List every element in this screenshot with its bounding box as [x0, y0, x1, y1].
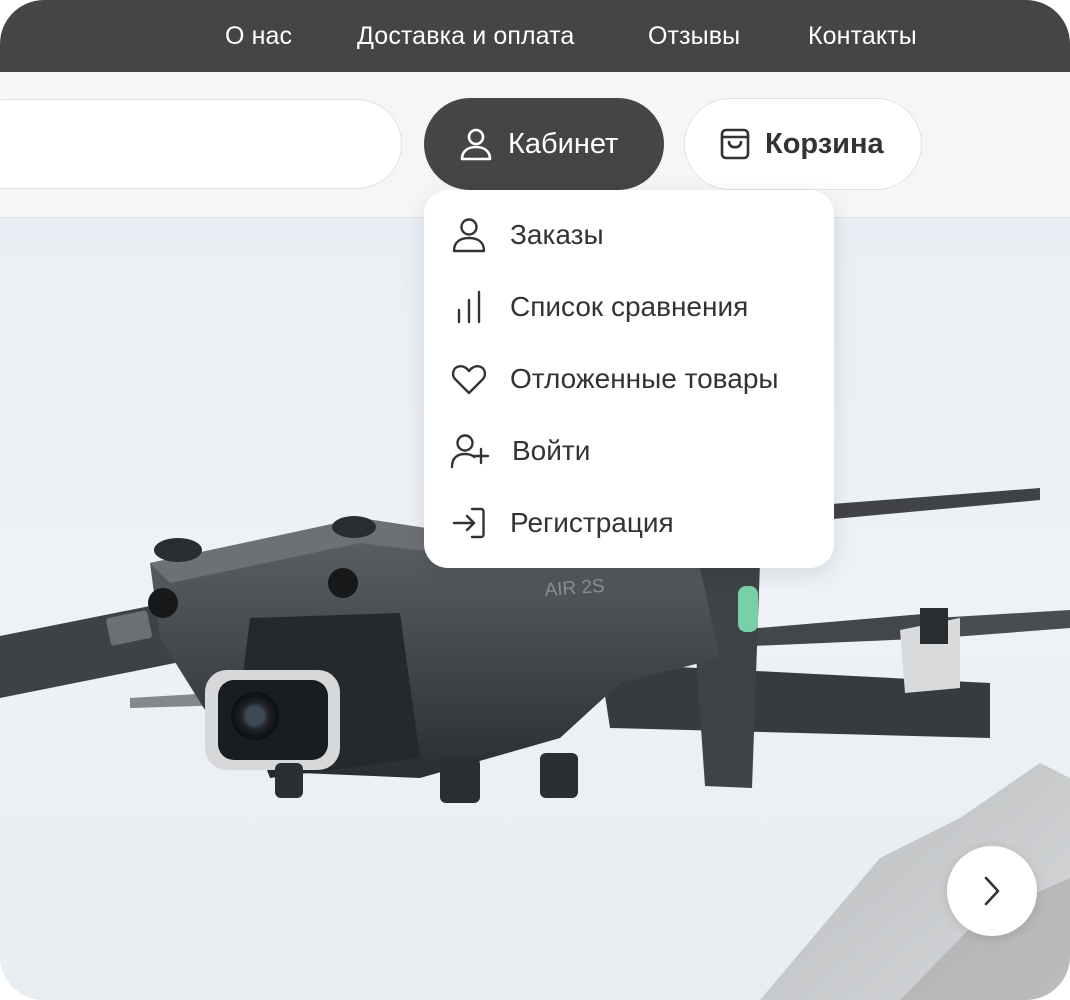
menu-item-register[interactable]: Регистрация — [450, 498, 674, 548]
menu-item-label: Заказы — [510, 219, 604, 250]
cabinet-button[interactable]: Кабинет — [424, 98, 664, 190]
user-icon — [460, 128, 492, 161]
shopping-bag-icon — [720, 128, 750, 160]
nav-link-reviews[interactable]: Отзывы — [648, 22, 740, 51]
heart-icon — [451, 365, 487, 395]
sign-in-arrow-icon — [452, 507, 485, 539]
top-nav: О нас Доставка и оплата Отзывы Контакты — [0, 0, 1070, 72]
user-plus-icon — [450, 434, 490, 469]
menu-item-compare[interactable]: Список сравнения — [450, 282, 748, 332]
drone-model-label: AIR 2S — [544, 576, 606, 601]
menu-item-label: Список сравнения — [510, 291, 749, 322]
chevron-right-icon — [984, 876, 1000, 906]
app-frame: О нас Доставка и оплата Отзывы Контакты … — [0, 0, 1070, 1000]
menu-item-orders[interactable]: Заказы — [450, 210, 604, 260]
menu-item-label: Войти — [512, 435, 591, 466]
bar-chart-icon — [457, 290, 481, 324]
nav-link-delivery[interactable]: Доставка и оплата — [357, 22, 574, 51]
cart-button[interactable]: Корзина — [684, 98, 922, 190]
menu-item-saved[interactable]: Отложенные товары — [450, 354, 779, 404]
menu-item-login[interactable]: Войти — [450, 426, 590, 476]
carousel-next-button[interactable] — [947, 846, 1037, 936]
account-dropdown: Заказы Список сравнения Отложенные товар… — [424, 190, 834, 568]
menu-item-label: Отложенные товары — [510, 363, 779, 394]
cabinet-label: Кабинет — [508, 127, 619, 160]
nav-link-about[interactable]: О нас — [225, 22, 292, 51]
nav-link-contacts[interactable]: Контакты — [808, 22, 917, 51]
cart-label: Корзина — [765, 127, 884, 160]
user-icon — [452, 218, 486, 253]
search-input[interactable] — [0, 99, 402, 189]
menu-item-label: Регистрация — [510, 507, 674, 538]
